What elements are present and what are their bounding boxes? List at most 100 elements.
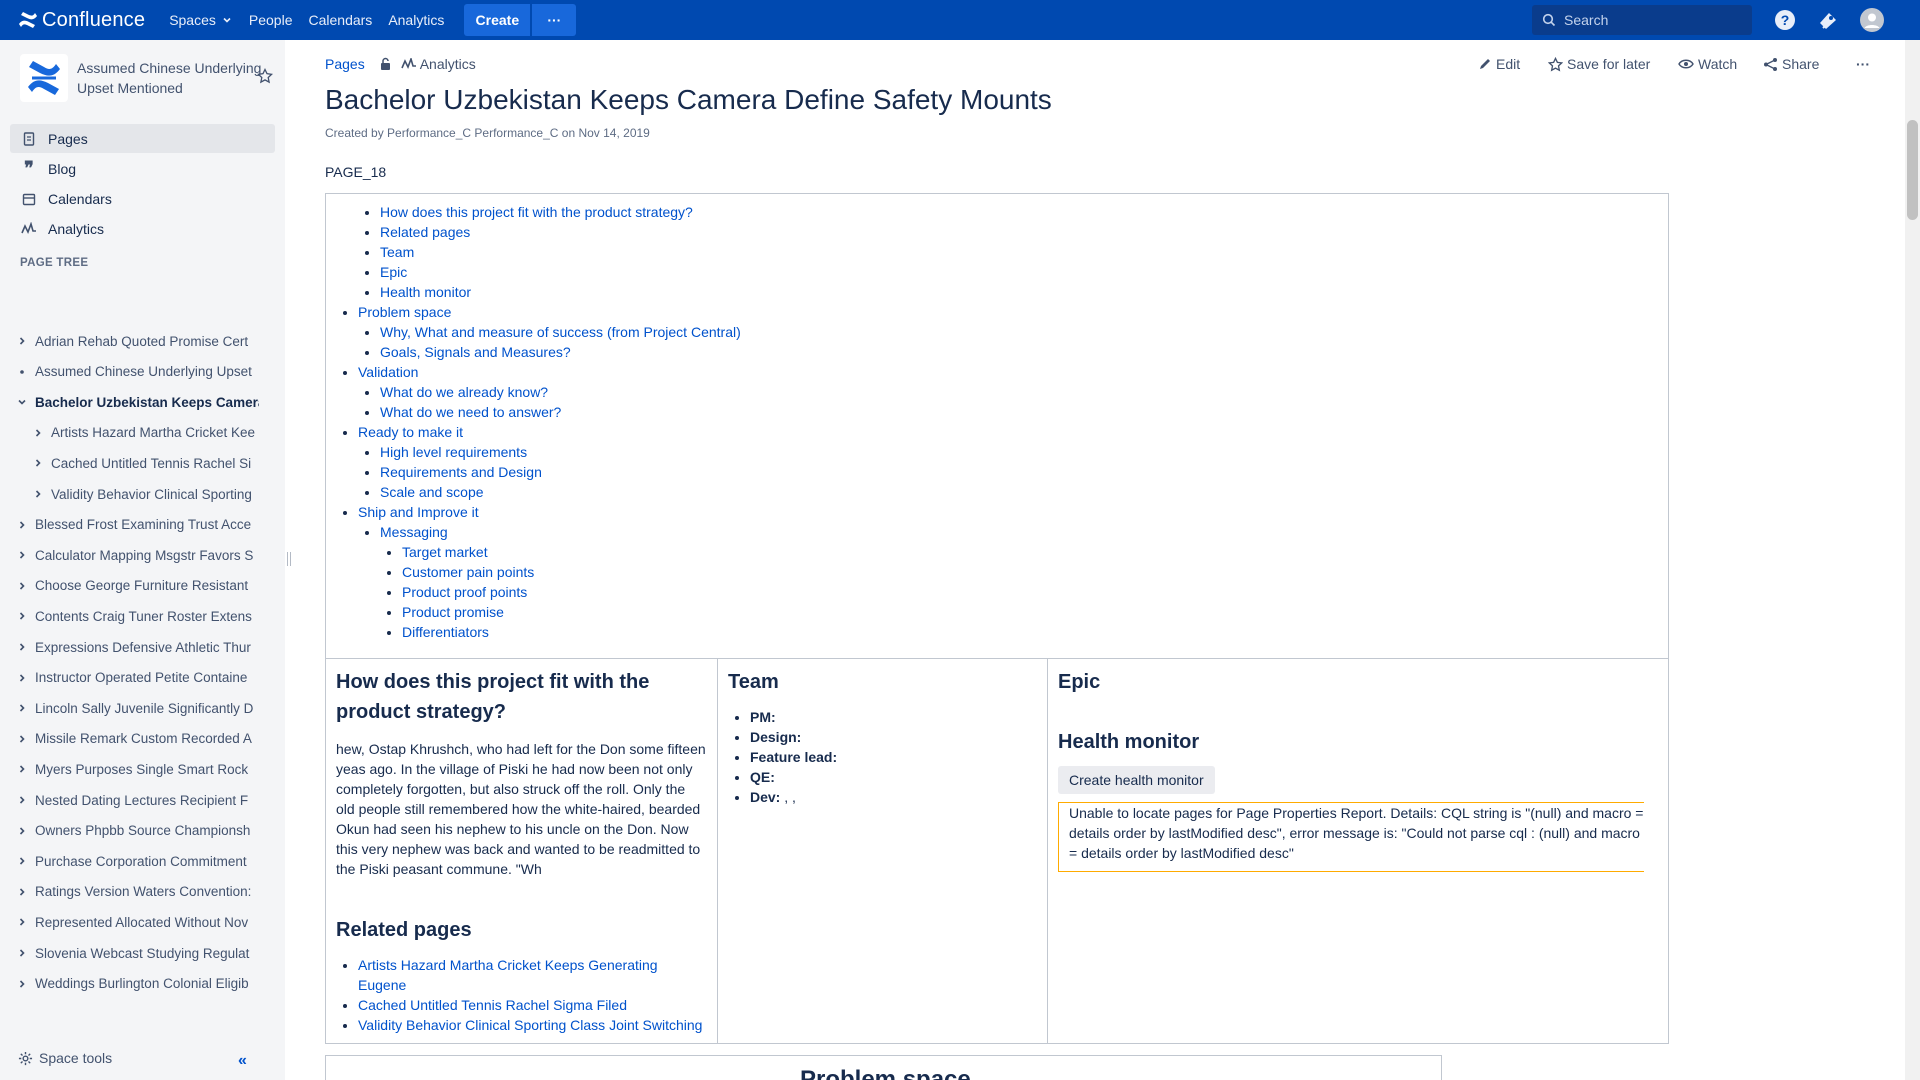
page-tree-item[interactable]: Cached Untitled Tennis Rachel Si xyxy=(0,450,260,476)
restrictions-lock-icon[interactable] xyxy=(379,57,393,71)
toc-link[interactable]: Validation xyxy=(358,364,418,380)
watch-button[interactable]: Watch xyxy=(1678,56,1737,72)
sidebar-item-blog[interactable]: ❞ Blog xyxy=(10,154,275,183)
edit-button[interactable]: Edit xyxy=(1478,56,1520,72)
search-input[interactable]: Search xyxy=(1532,5,1752,35)
sidebar-item-calendars[interactable]: Calendars xyxy=(10,184,275,213)
page-tree-item[interactable]: Adrian Rehab Quoted Promise Cert xyxy=(0,328,260,354)
chevron-right-icon[interactable] xyxy=(15,703,29,713)
sidebar-item-pages[interactable]: Pages xyxy=(10,124,275,153)
chevron-right-icon[interactable] xyxy=(31,428,45,438)
page-tree-item[interactable]: Owners Phpbb Source Championsh xyxy=(0,818,260,844)
chevron-down-icon[interactable] xyxy=(15,397,29,407)
sidebar-item-analytics[interactable]: Analytics xyxy=(10,214,275,243)
sidebar-resize-handle[interactable] xyxy=(287,552,291,566)
chevron-right-icon[interactable] xyxy=(31,458,45,468)
chevron-right-icon[interactable] xyxy=(15,917,29,927)
toc-link[interactable]: Related pages xyxy=(380,224,470,240)
page-tree-item[interactable]: Assumed Chinese Underlying Upset xyxy=(0,359,260,385)
scrollbar-thumb[interactable] xyxy=(1907,120,1918,220)
more-actions-button[interactable]: ··· xyxy=(1856,56,1870,72)
chevron-right-icon[interactable] xyxy=(31,489,45,499)
page-tree-item[interactable]: Artists Hazard Martha Cricket Kee xyxy=(0,420,260,446)
toc-link[interactable]: Health monitor xyxy=(380,284,471,300)
page-tree-item[interactable]: Lincoln Sally Juvenile Significantly D xyxy=(0,695,260,721)
nav-calendars[interactable]: Calendars xyxy=(300,0,380,40)
page-tree-item[interactable]: Blessed Frost Examining Trust Acce xyxy=(0,512,260,538)
chevron-right-icon[interactable] xyxy=(15,673,29,683)
toc-link[interactable]: Product promise xyxy=(402,604,504,620)
toc-link[interactable]: Requirements and Design xyxy=(380,464,542,480)
toc-link[interactable]: Scale and scope xyxy=(380,484,484,500)
chevron-right-icon[interactable] xyxy=(15,887,29,897)
space-tools-button[interactable]: Space tools xyxy=(18,1050,112,1066)
related-page-link[interactable]: Artists Hazard Martha Cricket Keeps Gene… xyxy=(358,957,658,993)
toc-link[interactable]: High level requirements xyxy=(380,444,527,460)
toc-link[interactable]: Goals, Signals and Measures? xyxy=(380,344,571,360)
page-tree-item[interactable]: Myers Purposes Single Smart Rock xyxy=(0,756,260,782)
toc-link[interactable]: Product proof points xyxy=(402,584,527,600)
chevron-right-icon[interactable] xyxy=(15,336,29,346)
page-tree-item[interactable]: Slovenia Webcast Studying Regulat xyxy=(0,940,260,966)
toc-link[interactable]: What do we already know? xyxy=(380,384,548,400)
chevron-right-icon[interactable] xyxy=(15,520,29,530)
toc-link[interactable]: Messaging xyxy=(380,524,448,540)
nav-analytics[interactable]: Analytics xyxy=(380,0,452,40)
toc-link[interactable]: Problem space xyxy=(358,304,451,320)
related-page-link[interactable]: Validity Behavior Clinical Sporting Clas… xyxy=(358,1017,702,1033)
share-button[interactable]: Share xyxy=(1763,56,1819,72)
nav-spaces[interactable]: Spaces xyxy=(161,0,241,40)
space-header[interactable]: Assumed Chinese Underlying Upset Mention… xyxy=(20,54,280,106)
breadcrumb-analytics[interactable]: Analytics xyxy=(420,56,476,72)
chevron-right-icon[interactable] xyxy=(15,550,29,560)
profile-avatar-icon[interactable] xyxy=(1860,8,1884,32)
toc-link[interactable]: Team xyxy=(380,244,414,260)
page-tree-item[interactable]: Ratings Version Waters Convention: xyxy=(0,879,260,905)
page-tree-item[interactable]: Contents Craig Tuner Roster Extens xyxy=(0,603,260,629)
page-tree-item[interactable]: Bachelor Uzbekistan Keeps Camera xyxy=(0,389,260,415)
toc-link[interactable]: How does this project fit with the produ… xyxy=(380,204,693,220)
page-tree-item[interactable]: Nested Dating Lectures Recipient F xyxy=(0,787,260,813)
toc-link[interactable]: Ready to make it xyxy=(358,424,463,440)
page-tree-item[interactable]: Weddings Burlington Colonial Eligib xyxy=(0,971,260,997)
toc-link[interactable]: Epic xyxy=(380,264,407,280)
page-tree-item[interactable]: Expressions Defensive Athletic Thur xyxy=(0,634,260,660)
nav-people[interactable]: People xyxy=(241,0,301,40)
page-tree-item[interactable]: Purchase Corporation Commitment xyxy=(0,848,260,874)
page-tree-item[interactable]: Instructor Operated Petite Containe xyxy=(0,665,260,691)
related-page-link[interactable]: Cached Untitled Tennis Rachel Sigma File… xyxy=(358,997,627,1013)
collapse-sidebar-icon[interactable]: « xyxy=(238,1052,247,1070)
chevron-right-icon[interactable] xyxy=(15,642,29,652)
toc-link[interactable]: Differentiators xyxy=(402,624,489,640)
page-tree-item[interactable]: Validity Behavior Clinical Sporting xyxy=(0,481,260,507)
page-tree-item[interactable]: Represented Allocated Without Nov xyxy=(0,909,260,935)
toc-link[interactable]: Customer pain points xyxy=(402,564,534,580)
page-scrollbar[interactable] xyxy=(1905,40,1920,1080)
toc-link[interactable]: What do we need to answer? xyxy=(380,404,561,420)
page-tree-item[interactable]: Choose George Furniture Resistant xyxy=(0,573,260,599)
toc-link[interactable]: Target market xyxy=(402,544,488,560)
create-button[interactable]: Create xyxy=(464,4,531,36)
page-tree-item[interactable]: Calculator Mapping Msgstr Favors S xyxy=(0,542,260,568)
chevron-right-icon[interactable] xyxy=(15,795,29,805)
chevron-right-icon[interactable] xyxy=(15,611,29,621)
page-tree-item[interactable]: Missile Remark Custom Recorded A xyxy=(0,726,260,752)
chevron-right-icon[interactable] xyxy=(15,581,29,591)
help-icon[interactable]: ? xyxy=(1773,8,1797,32)
toc-link[interactable]: Ship and Improve it xyxy=(358,504,479,520)
chevron-right-icon[interactable] xyxy=(15,734,29,744)
breadcrumb-pages[interactable]: Pages xyxy=(325,56,365,72)
create-more-button[interactable]: ··· xyxy=(532,4,577,36)
chevron-right-icon[interactable] xyxy=(15,948,29,958)
save-for-later-button[interactable]: Save for later xyxy=(1548,56,1650,72)
chevron-right-icon[interactable] xyxy=(15,856,29,866)
create-health-monitor-button[interactable]: Create health monitor xyxy=(1058,766,1215,794)
star-icon[interactable] xyxy=(256,67,274,87)
space-name[interactable]: Assumed Chinese Underlying Upset Mention… xyxy=(77,58,277,98)
chevron-right-icon[interactable] xyxy=(15,764,29,774)
toc-link[interactable]: Why, What and measure of success (from P… xyxy=(380,324,741,340)
chevron-right-icon[interactable] xyxy=(15,826,29,836)
notifications-icon[interactable] xyxy=(1816,8,1840,32)
chevron-right-icon[interactable] xyxy=(15,979,29,989)
confluence-logo[interactable]: Confluence xyxy=(18,9,145,32)
